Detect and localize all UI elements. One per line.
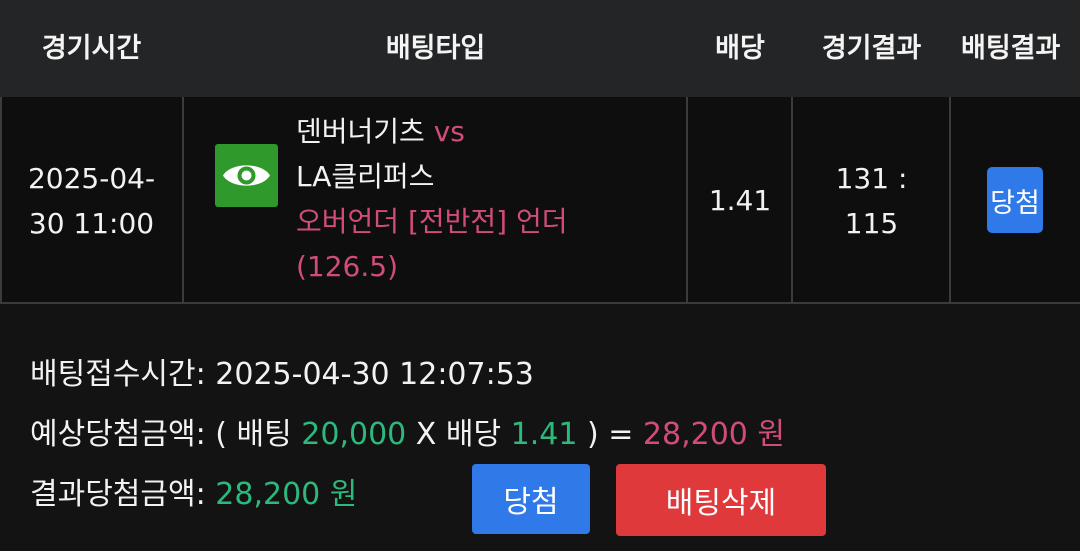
game-time-date: 2025-04- — [27, 161, 156, 195]
result-win-amount: 28,200 원 — [215, 477, 358, 512]
header-bet-type: 배팅타입 — [385, 33, 486, 64]
expected-amount: 28,200 원 — [642, 417, 786, 452]
stake-amount: 20,000 — [301, 417, 407, 452]
score-home: 131 : — [835, 161, 908, 195]
game-time-clock: 30 11:00 — [28, 206, 155, 240]
odds-value: 1.41 — [510, 417, 578, 452]
home-team: 덴버너기츠 — [296, 115, 425, 148]
received-time-line: 배팅접수시간: 2025-04-30 12:07:53 — [30, 352, 534, 398]
expected-win-label: 예상당첨금액: — [30, 417, 206, 452]
result-win-label: 결과당첨금액: — [30, 477, 206, 512]
table-header: 경기시간 배팅타입 배당 경기결과 배팅결과 — [0, 0, 1080, 97]
match-home-line: 덴버너기츠 vs — [296, 109, 681, 154]
expected-win-line: 예상당첨금액: ( 배팅 20,000 X 배당 1.41 ) = 28,200… — [30, 412, 785, 458]
expected-close: ) = — [586, 417, 634, 452]
eye-icon[interactable] — [215, 144, 278, 207]
x-odds-label: X 배당 — [415, 417, 502, 452]
bet-type-cell: 덴버너기츠 vs LA클리퍼스 오버언더 [전반전] 언더 (126.5) — [296, 109, 681, 289]
received-time-value: 2025-04-30 12:07:53 — [215, 357, 534, 392]
away-team: LA클리퍼스 — [296, 160, 435, 193]
header-game-time: 경기시간 — [41, 33, 142, 64]
vs-label: vs — [433, 115, 465, 148]
score-away: 115 — [844, 206, 899, 240]
game-score-cell: 131 : 115 — [793, 97, 950, 304]
bet-result-badge: 당첨 — [987, 167, 1043, 233]
odds-cell: 1.41 — [708, 184, 772, 217]
win-button[interactable]: 당첨 — [472, 464, 590, 534]
received-time-label: 배팅접수시간: — [30, 357, 206, 392]
header-game-result: 경기결과 — [821, 33, 922, 64]
game-time-cell: 2025-04- 30 11:00 — [0, 97, 183, 304]
delete-bet-button[interactable]: 배팅삭제 — [616, 464, 826, 536]
header-odds: 배당 — [715, 33, 765, 64]
expected-open: ( 배팅 — [215, 417, 292, 452]
result-win-line: 결과당첨금액: 28,200 원 — [30, 472, 357, 518]
bet-type-label: 오버언더 [전반전] 언더 — [296, 205, 568, 238]
header-bet-result: 배팅결과 — [961, 33, 1061, 64]
bet-line-label: (126.5) — [296, 250, 399, 283]
